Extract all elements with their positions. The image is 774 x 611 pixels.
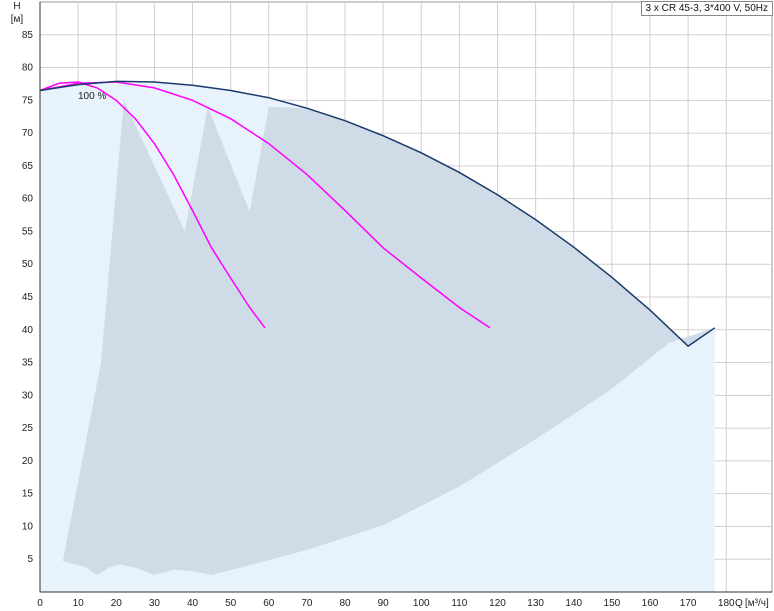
y-tick-label: 5 bbox=[27, 554, 33, 565]
x-tick-label: 170 bbox=[680, 598, 697, 609]
y-tick-label: 15 bbox=[22, 489, 34, 500]
x-axis-label: Q bbox=[735, 598, 743, 609]
y-tick-label: 75 bbox=[22, 95, 34, 106]
x-tick-label: 50 bbox=[225, 598, 237, 609]
pump-performance-chart: 0 10 20 30 40 50 60 70 80 90 100 110 120 130 140 150 160… bbox=[11, 1, 773, 609]
curve-label-100: 100 % bbox=[78, 91, 106, 102]
y-axis-unit: [м] bbox=[11, 14, 24, 25]
x-tick-label: 130 bbox=[527, 598, 544, 609]
y-tick-label: 20 bbox=[22, 456, 34, 467]
y-tick-label: 30 bbox=[22, 390, 34, 401]
x-tick-label: 180 bbox=[718, 598, 735, 609]
x-tick-label: 30 bbox=[149, 598, 161, 609]
x-tick-label: 150 bbox=[604, 598, 621, 609]
y-tick-label: 45 bbox=[22, 292, 34, 303]
x-tick-label: 80 bbox=[339, 598, 351, 609]
x-tick-label: 100 bbox=[413, 598, 430, 609]
x-tick-label: 90 bbox=[378, 598, 390, 609]
x-tick-label: 10 bbox=[73, 598, 85, 609]
y-tick-label: 50 bbox=[22, 259, 34, 270]
y-tick-label: 80 bbox=[22, 63, 34, 74]
x-axis-unit: [м³/ч] bbox=[745, 598, 769, 609]
y-tick-label: 65 bbox=[22, 161, 34, 172]
x-tick-label: 60 bbox=[263, 598, 275, 609]
x-tick-label: 0 bbox=[37, 598, 43, 609]
y-tick-label: 40 bbox=[22, 325, 34, 336]
x-tick-label: 20 bbox=[111, 598, 123, 609]
x-tick-label: 160 bbox=[642, 598, 659, 609]
y-tick-label: 55 bbox=[22, 226, 34, 237]
y-tick-label: 25 bbox=[22, 423, 34, 434]
chart-title: 3 x CR 45-3, 3*400 V, 50Hz bbox=[640, 1, 773, 16]
x-tick-label: 110 bbox=[451, 598, 467, 609]
x-tick-label: 40 bbox=[187, 598, 199, 609]
x-tick-label: 120 bbox=[489, 598, 506, 609]
x-tick-label: 140 bbox=[565, 598, 582, 609]
y-tick-label: 70 bbox=[22, 128, 34, 139]
x-tick-label: 70 bbox=[301, 598, 313, 609]
y-tick-label: 85 bbox=[22, 30, 34, 41]
y-tick-label: 35 bbox=[22, 358, 34, 369]
y-tick-label: 10 bbox=[22, 521, 34, 532]
y-tick-label: 60 bbox=[22, 194, 34, 205]
y-axis-label: H bbox=[13, 1, 20, 12]
